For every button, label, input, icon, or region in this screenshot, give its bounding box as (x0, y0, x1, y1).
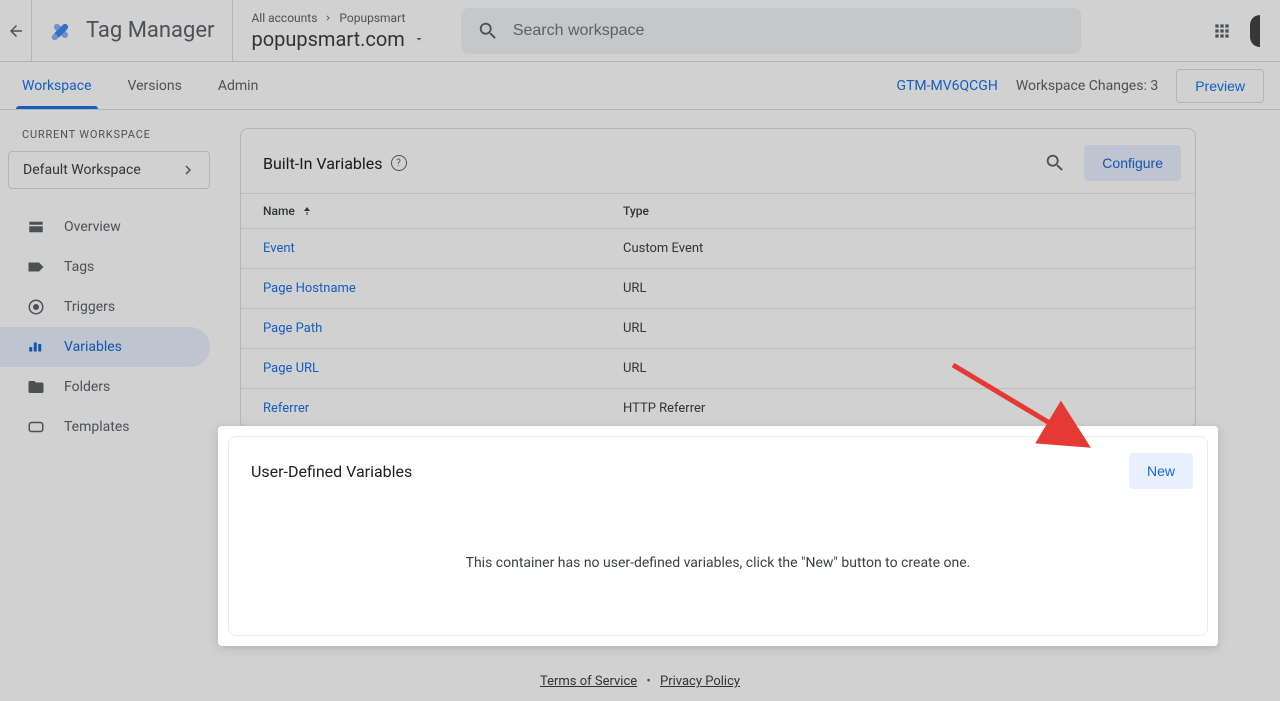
sidebar-item-folders[interactable]: Folders (0, 367, 210, 407)
variable-type: URL (623, 321, 1173, 336)
sidebar-item-label: Templates (64, 419, 130, 435)
user-defined-variables-card: User-Defined Variables New This containe… (218, 426, 1218, 646)
breadcrumb-all: All accounts (251, 11, 317, 25)
variable-type: URL (623, 361, 1173, 376)
tab-admin[interactable]: Admin (212, 64, 264, 108)
variable-link[interactable]: Page Hostname (263, 281, 623, 296)
variable-type: Custom Event (623, 241, 1173, 256)
footer: Terms of Service • Privacy Policy (0, 662, 1280, 701)
search-icon-button[interactable] (1044, 152, 1066, 174)
sidebar-item-label: Tags (64, 259, 94, 275)
search-icon (477, 20, 499, 42)
col-name-label[interactable]: Name (263, 204, 295, 218)
variable-link[interactable]: Page URL (263, 361, 623, 376)
privacy-link[interactable]: Privacy Policy (660, 674, 740, 689)
sidebar-item-tags[interactable]: Tags (0, 247, 210, 287)
sidebar-item-label: Variables (64, 339, 122, 355)
tab-versions[interactable]: Versions (122, 64, 188, 108)
avatar[interactable] (1250, 15, 1260, 47)
variable-type: URL (623, 281, 1173, 296)
tag-icon (26, 257, 46, 277)
chevron-right-icon (179, 161, 197, 179)
account-switcher[interactable]: All accounts Popupsmart popupsmart.com (233, 0, 442, 62)
chevron-right-icon (323, 13, 333, 23)
configure-button[interactable]: Configure (1084, 145, 1181, 181)
search-input[interactable] (513, 22, 1065, 40)
terms-link[interactable]: Terms of Service (540, 674, 637, 689)
help-icon[interactable]: ? (391, 155, 407, 171)
trigger-icon (26, 297, 46, 317)
template-icon (26, 417, 46, 437)
sidebar-item-variables[interactable]: Variables (0, 327, 210, 367)
variable-icon (26, 337, 46, 357)
table-row[interactable]: Page Path URL (241, 308, 1195, 348)
workspace-changes[interactable]: Workspace Changes: 3 (1016, 78, 1158, 94)
workspace-selector[interactable]: Default Workspace (8, 151, 210, 189)
product-name: Tag Manager (86, 18, 214, 43)
col-type-label[interactable]: Type (623, 204, 1173, 218)
sort-asc-icon (301, 205, 313, 217)
variable-type: HTTP Referrer (623, 401, 1173, 416)
dropdown-icon (413, 33, 425, 45)
built-in-variables-card: Built-In Variables ? Configure Name Type (240, 128, 1196, 429)
breadcrumb: All accounts Popupsmart (251, 11, 424, 25)
sidebar-section-label: CURRENT WORKSPACE (0, 128, 218, 151)
tab-workspace[interactable]: Workspace (16, 64, 98, 108)
empty-state-message: This container has no user-defined varia… (229, 503, 1207, 635)
folder-icon (26, 377, 46, 397)
table-row[interactable]: Event Custom Event (241, 228, 1195, 268)
workspace-name: Default Workspace (23, 162, 141, 178)
back-button[interactable] (0, 0, 32, 62)
table-header: Name Type (241, 193, 1195, 228)
variable-link[interactable]: Event (263, 241, 623, 256)
new-button[interactable]: New (1129, 453, 1193, 489)
search-box[interactable] (461, 8, 1081, 54)
preview-button[interactable]: Preview (1176, 69, 1264, 103)
sidebar-item-templates[interactable]: Templates (0, 407, 210, 447)
breadcrumb-account: Popupsmart (339, 11, 405, 25)
sidebar-item-label: Triggers (64, 299, 115, 315)
sidebar-item-label: Folders (64, 379, 110, 395)
sidebar-item-triggers[interactable]: Triggers (0, 287, 210, 327)
tag-manager-icon (46, 16, 76, 46)
container-id[interactable]: GTM-MV6QCGH (897, 78, 998, 94)
apps-icon[interactable] (1212, 21, 1232, 41)
card-title: Built-In Variables (263, 154, 383, 173)
table-row[interactable]: Page URL URL (241, 348, 1195, 388)
overview-icon (26, 217, 46, 237)
card-title: User-Defined Variables (251, 462, 412, 481)
product-logo[interactable]: Tag Manager (32, 0, 233, 62)
sidebar-item-label: Overview (64, 219, 121, 235)
variable-link[interactable]: Page Path (263, 321, 623, 336)
variable-link[interactable]: Referrer (263, 401, 623, 416)
container-name: popupsmart.com (251, 27, 404, 51)
table-row[interactable]: Page Hostname URL (241, 268, 1195, 308)
sidebar-item-overview[interactable]: Overview (0, 207, 210, 247)
table-row[interactable]: Referrer HTTP Referrer (241, 388, 1195, 428)
